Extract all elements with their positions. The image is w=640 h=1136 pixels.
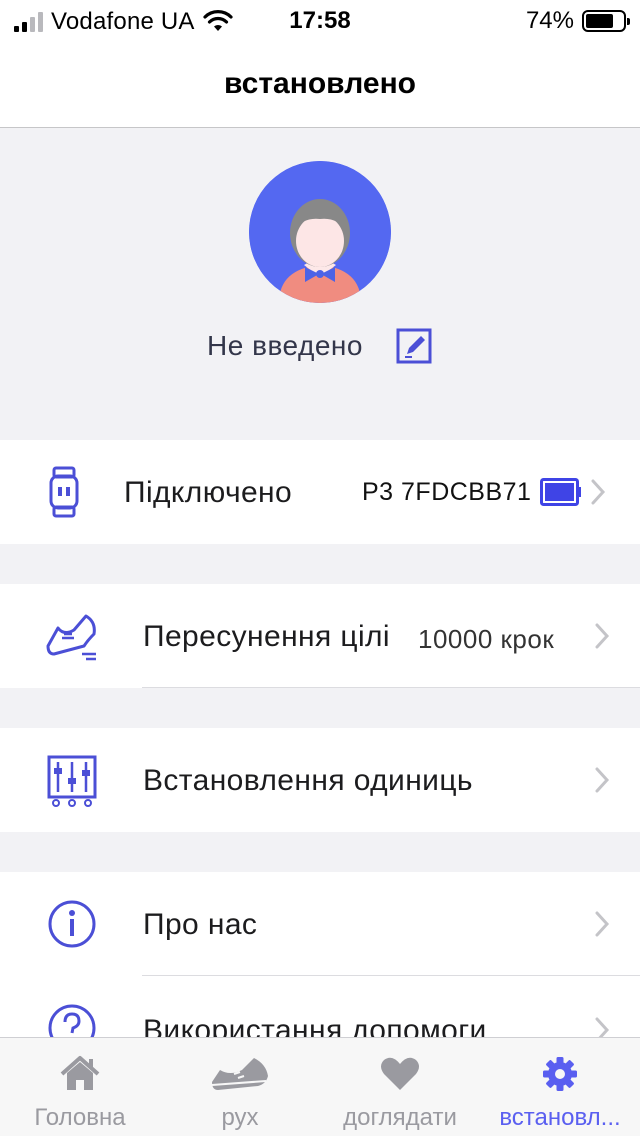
step-goal-label: Пересунення цілі [143,620,391,653]
sliders-icon [47,755,97,807]
shoe-icon [46,614,96,661]
page-title: встановлено [223,66,417,100]
status-left: Vodafone UA [14,8,233,36]
profile-name: Не введено [207,330,363,361]
gear-icon [543,1057,577,1091]
cellular-signal-icon [14,12,43,32]
status-bar: Vodafone UA 17:58 74% [0,0,640,40]
chevron-right-icon [595,623,610,649]
status-right: 74% [525,7,630,35]
info-icon [48,900,96,948]
tab-care[interactable]: доглядати [320,1038,480,1136]
home-icon [60,1056,100,1090]
tab-label: рух [221,1104,259,1131]
edit-icon[interactable] [395,327,433,365]
carrier-name: Vodafone UA [51,8,195,35]
tab-activity[interactable]: рух [160,1038,320,1136]
heart-icon [381,1057,419,1090]
profile-section: Не введено [0,129,640,440]
units-settings-row[interactable]: Встановлення одиниць [0,728,640,832]
shoe-icon [211,1058,268,1090]
tab-home[interactable]: Головна [0,1038,160,1136]
units-settings-label: Встановлення одиниць [143,764,473,797]
watch-icon [49,466,79,518]
profile-name-row: Не введено [0,327,640,365]
chevron-right-icon [591,479,606,505]
battery-percent: 74% [525,7,574,34]
wifi-icon [203,10,233,31]
navigation-bar: встановлено [0,40,640,128]
tab-settings[interactable]: встановл... [480,1038,640,1136]
about-label: Про нас [143,908,258,941]
battery-full-icon [540,478,581,506]
step-goal-value: 10000 крок [418,624,555,654]
step-goal-row[interactable]: Пересунення цілі 10000 крок [0,584,640,688]
connection-status-label: Підключено [124,476,293,509]
user-avatar-icon[interactable] [249,161,391,303]
tab-label: Головна [34,1104,126,1131]
row-divider [142,687,640,688]
about-row[interactable]: Про нас [0,872,640,976]
tab-label: встановл... [499,1104,621,1131]
chevron-right-icon [595,911,610,937]
chevron-right-icon [595,767,610,793]
device-id: P3 7FDCBB71 [362,478,532,506]
battery-icon [582,10,630,32]
tab-label: доглядати [343,1104,457,1131]
device-connection-row[interactable]: Підключено P3 7FDCBB71 [0,440,640,544]
tab-bar: Головна рух доглядати встановл... [0,1037,640,1136]
